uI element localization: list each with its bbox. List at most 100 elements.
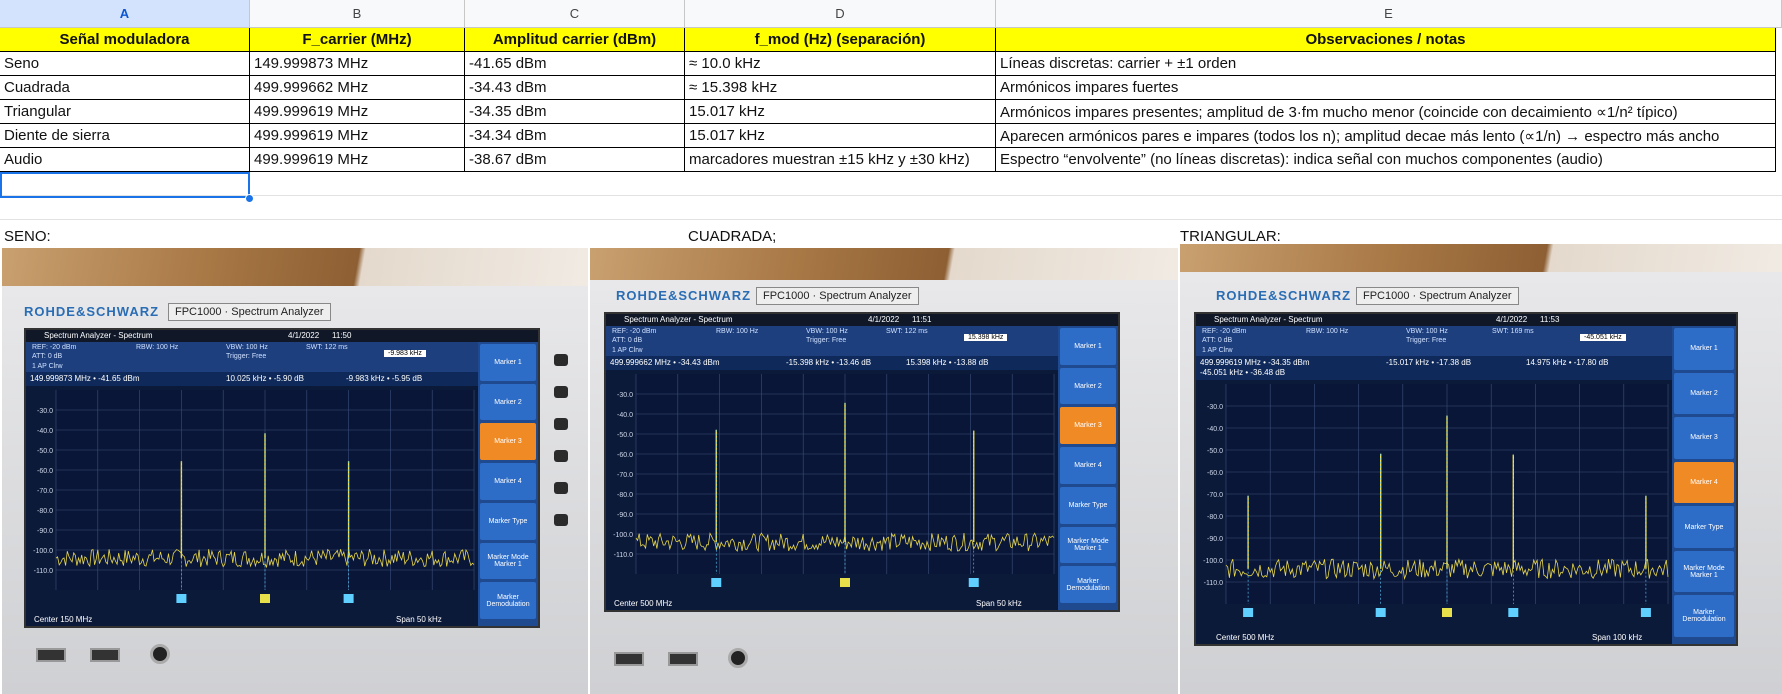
header-cell-e[interactable]: Observaciones / notas — [996, 28, 1776, 52]
cell-c2[interactable]: -41.65 dBm — [465, 52, 685, 76]
table-row: Triangular 499.999619 MHz -34.35 dBm 15.… — [0, 100, 1782, 124]
caption-seno: SENO: — [4, 228, 51, 245]
column-header-e[interactable]: E — [996, 0, 1782, 28]
cell-d2[interactable]: ≈ 10.0 kHz — [685, 52, 996, 76]
softkey-marker-4[interactable]: Marker 4 — [1060, 447, 1116, 484]
cell-c5[interactable]: -34.34 dBm — [465, 124, 685, 148]
photo-triangular[interactable]: ROHDE&SCHWARZ FPC1000 · Spectrum Analyze… — [1180, 244, 1782, 694]
cell-b3[interactable]: 499.999662 MHz — [250, 76, 465, 100]
hardkey[interactable] — [554, 354, 568, 366]
header-cell-b[interactable]: F_carrier (MHz) — [250, 28, 465, 52]
active-cell-a7[interactable] — [0, 172, 250, 198]
span: Span 100 kHz — [1592, 633, 1643, 642]
cell-d3[interactable]: ≈ 15.398 kHz — [685, 76, 996, 100]
column-header-c[interactable]: C — [465, 0, 685, 28]
attenuation: 0 dB — [1217, 337, 1233, 344]
screen-time: 11:50 — [332, 331, 352, 340]
softkey-marker-1[interactable]: Marker 1 — [480, 344, 536, 381]
softkey-marker-2[interactable]: Marker 2 — [1674, 372, 1734, 415]
y-tick-label: -30.0 — [617, 392, 633, 399]
cell-e6[interactable]: Espectro “envolvente” (no líneas discret… — [996, 148, 1776, 172]
cell-e5[interactable]: Aparecen armónicos pares e impares (todo… — [996, 124, 1776, 148]
empty-row — [0, 196, 1782, 220]
marker-value-field[interactable]: 15.398 kHz — [964, 334, 1008, 341]
softkey-marker-3[interactable]: Marker 3 — [1060, 407, 1116, 445]
cell-e4[interactable]: Armónicos impares presentes; amplitud de… — [996, 100, 1776, 124]
hardkey[interactable] — [554, 418, 568, 430]
softkey-marker-demodulation[interactable]: Marker Demodulation — [480, 582, 536, 619]
vbw: 100 Hz — [1425, 328, 1448, 335]
cell-a5[interactable]: Diente de sierra — [0, 124, 250, 148]
span: Span 50 kHz — [976, 599, 1022, 608]
cell-d4[interactable]: 15.017 kHz — [685, 100, 996, 124]
table-row: Diente de sierra 499.999619 MHz -34.34 d… — [0, 124, 1782, 148]
cell-d5[interactable]: 15.017 kHz — [685, 124, 996, 148]
cell-e2[interactable]: Líneas discretas: carrier + ±1 orden — [996, 52, 1776, 76]
column-header-a[interactable]: A — [0, 0, 250, 28]
cell-b6[interactable]: 499.999619 MHz — [250, 148, 465, 172]
marker-value-field[interactable]: -45.051 kHz — [1580, 334, 1626, 341]
ref-level: -20 dBm — [49, 344, 77, 351]
softkey-marker-4[interactable]: Marker 4 — [480, 463, 536, 500]
fill-handle[interactable] — [245, 194, 254, 203]
marker-d3-readout: 15.398 kHz • -13.88 dB — [906, 358, 989, 367]
cell-c6[interactable]: -38.67 dBm — [465, 148, 685, 172]
y-tick-label: -40.0 — [1207, 426, 1223, 433]
softkey-marker-2[interactable]: Marker 2 — [1060, 367, 1116, 405]
sweep-time: 169 ms — [1510, 328, 1534, 335]
hardkey[interactable] — [554, 482, 568, 494]
column-header-b[interactable]: B — [250, 0, 465, 28]
cell-a2[interactable]: Seno — [0, 52, 250, 76]
ref-level: -20 dBm — [629, 328, 657, 335]
softkey-marker-mode-marker-1[interactable]: Marker Mode Marker 1 — [480, 542, 536, 580]
trace-mode: 1 AP Clrw — [1202, 347, 1233, 354]
spectrum-plot: -30.0 -40.0 -50.0 -60.0 -70.0 -80.0 -90.0 -100.… — [1203, 384, 1669, 617]
softkey-marker-2[interactable]: Marker 2 — [480, 383, 536, 421]
header-cell-a[interactable]: Señal moduladora — [0, 28, 250, 52]
hardkey[interactable] — [554, 386, 568, 398]
y-tick-label: -30.0 — [37, 408, 53, 415]
table-row: Audio 499.999619 MHz -38.67 dBm marcador… — [0, 148, 1782, 172]
softkey-marker-type[interactable]: Marker Type — [1674, 506, 1734, 548]
header-cell-c[interactable]: Amplitud carrier (dBm) — [465, 28, 685, 52]
hardkey[interactable] — [554, 514, 568, 526]
softkey-marker-type[interactable]: Marker Type — [480, 502, 536, 540]
cell-c4[interactable]: -34.35 dBm — [465, 100, 685, 124]
cell-b5[interactable]: 499.999619 MHz — [250, 124, 465, 148]
softkey-marker-demodulation[interactable]: Marker Demodulation — [1674, 595, 1734, 637]
softkey-marker-4[interactable]: Marker 4 — [1674, 461, 1734, 504]
softkey-marker-mode-marker-1[interactable]: Marker Mode Marker 1 — [1674, 550, 1734, 593]
screen-time: 11:51 — [912, 315, 932, 324]
cell-e3[interactable]: Armónicos impares fuertes — [996, 76, 1776, 100]
cell-b4[interactable]: 499.999619 MHz — [250, 100, 465, 124]
cell-a3[interactable]: Cuadrada — [0, 76, 250, 100]
settings-panel: REF: -20 dBm ATT: 0 dB RBW: 100 Hz VBW: … — [606, 326, 1058, 356]
y-tick-label: -60.0 — [617, 452, 633, 459]
photo-cuadrada[interactable]: ROHDE&SCHWARZ FPC1000 · Spectrum Analyze… — [590, 248, 1178, 694]
softkey-marker-3[interactable]: Marker 3 — [1674, 417, 1734, 459]
cell-b2[interactable]: 149.999873 MHz — [250, 52, 465, 76]
cell-a6[interactable]: Audio — [0, 148, 250, 172]
softkey-marker-1[interactable]: Marker 1 — [1060, 328, 1116, 365]
cell-d6[interactable]: marcadores muestran ±15 kHz y ±30 kHz) — [685, 148, 996, 172]
screen-time: 11:53 — [1540, 315, 1560, 324]
hardkey[interactable] — [554, 450, 568, 462]
photo-seno[interactable]: ROHDE&SCHWARZ FPC1000 · Spectrum Analyze… — [2, 248, 588, 694]
cell-c3[interactable]: -34.43 dBm — [465, 76, 685, 100]
y-tick-label: -100.0 — [1203, 558, 1223, 565]
marker-d2-readout: -15.398 kHz • -13.46 dB — [786, 358, 872, 367]
softkey-marker-mode-marker-1[interactable]: Marker Mode Marker 1 — [1060, 526, 1116, 564]
softkey-marker-3[interactable]: Marker 3 — [480, 423, 536, 461]
y-tick-label: -90.0 — [1207, 536, 1223, 543]
column-header-d[interactable]: D — [685, 0, 996, 28]
softkey-marker-1[interactable]: Marker 1 — [1674, 328, 1734, 370]
softkey-marker-demodulation[interactable]: Marker Demodulation — [1060, 566, 1116, 603]
y-tick-label: -40.0 — [617, 412, 633, 419]
header-cell-d[interactable]: f_mod (Hz) (separación) — [685, 28, 996, 52]
brand-logo: ROHDE&SCHWARZ — [1216, 288, 1352, 303]
marker-value-field[interactable]: -9.983 kHz — [384, 350, 426, 357]
screen-date: 4/1/2022 — [868, 315, 900, 324]
softkey-marker-type[interactable]: Marker Type — [1060, 486, 1116, 524]
y-tick-label: -80.0 — [617, 492, 633, 499]
cell-a4[interactable]: Triangular — [0, 100, 250, 124]
